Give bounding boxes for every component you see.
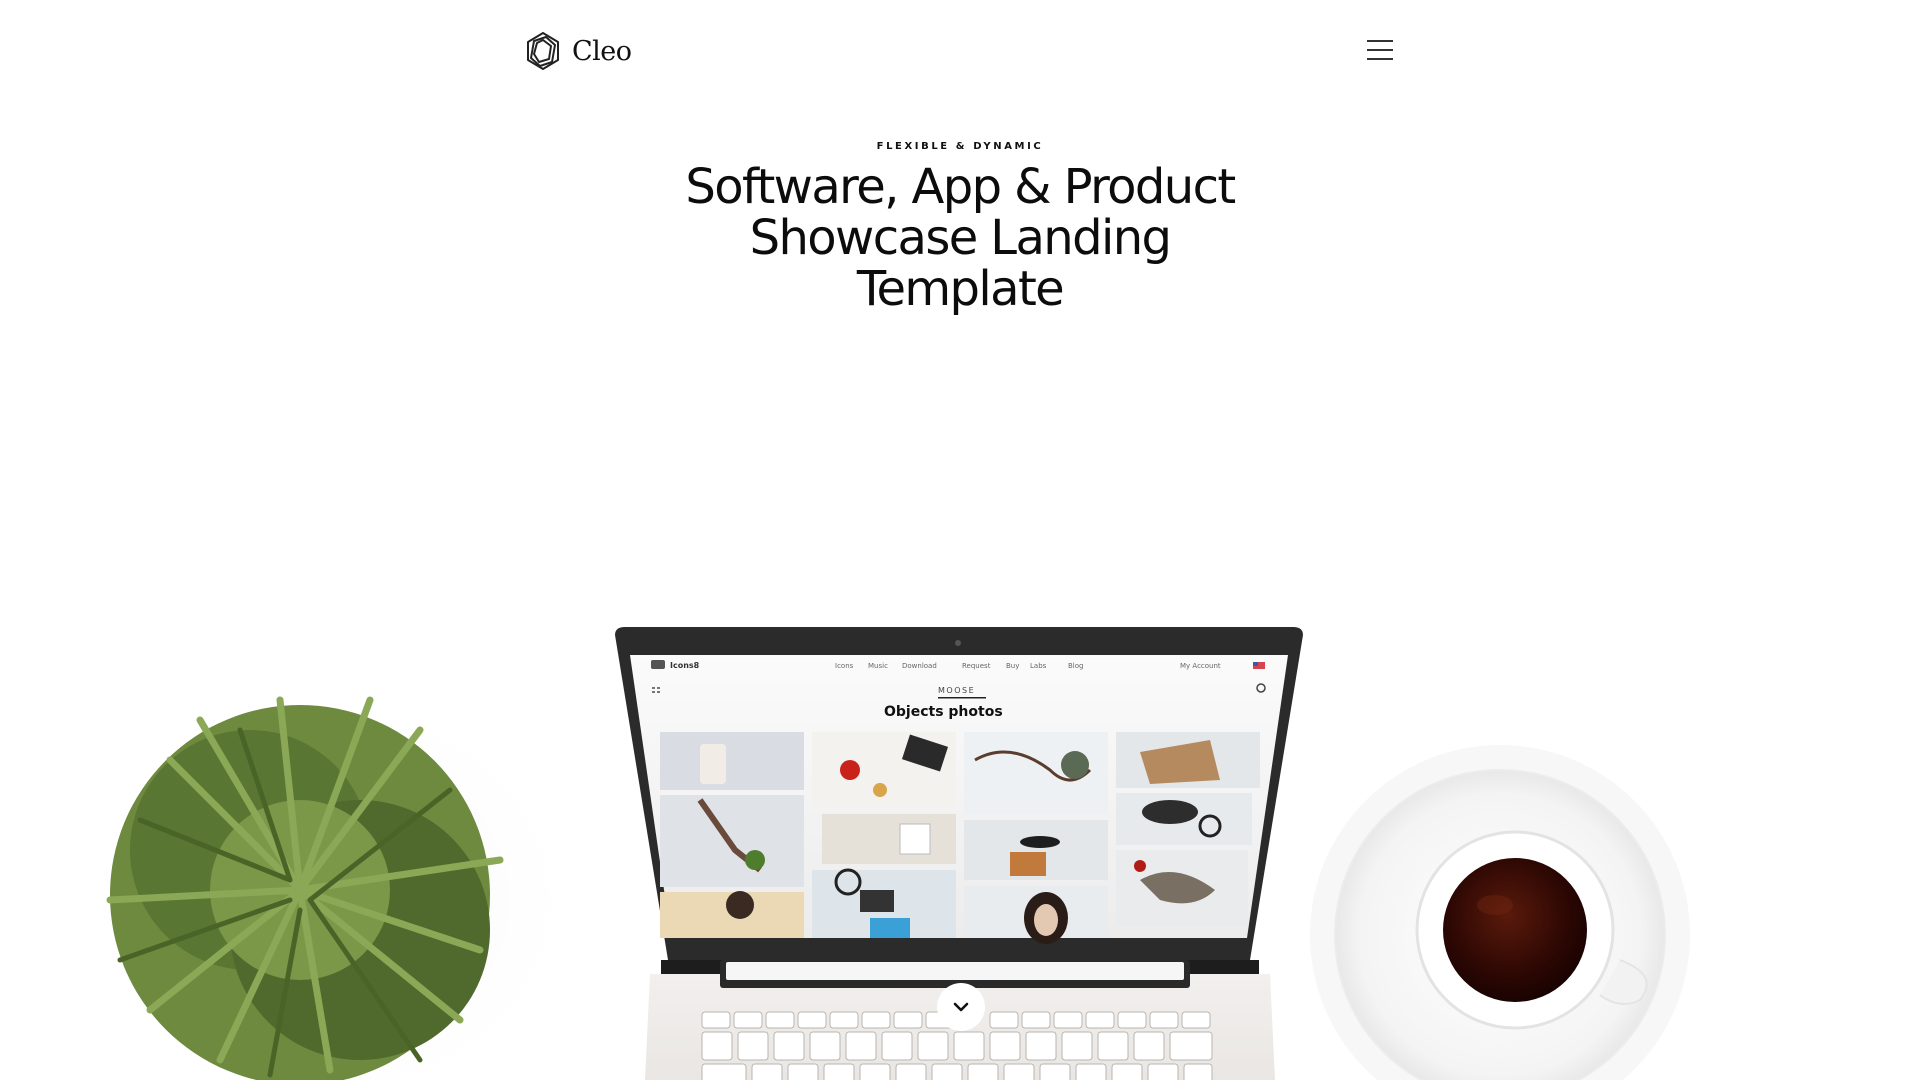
screen-nav-item: Buy	[1006, 662, 1019, 670]
cleo-logo-icon	[527, 32, 559, 70]
brand-logo-link[interactable]: Cleo	[522, 30, 632, 72]
screen-nav-item: Labs	[1030, 662, 1047, 670]
hero-title-line: Software, App & Product	[685, 159, 1236, 215]
hamburger-menu-icon[interactable]	[1367, 38, 1393, 62]
scroll-down-button[interactable]	[937, 983, 985, 1031]
plant-illustration	[70, 680, 590, 1080]
screen-tab: MOOSE	[938, 686, 975, 695]
screen-nav-item: Icons	[835, 662, 854, 670]
screen-nav-item: Blog	[1068, 662, 1083, 670]
hero-title: Software, App & Product Showcase Landing…	[660, 162, 1260, 315]
screen-nav-item: Download	[902, 662, 937, 670]
hero-title-line: Template	[856, 261, 1065, 317]
screen-site-name: Icons8	[670, 661, 700, 670]
screen-heading: Objects photos	[884, 704, 1003, 720]
chevron-down-icon	[953, 1002, 969, 1012]
hero-title-line: Showcase Landing	[749, 210, 1172, 266]
site-header: Cleo	[0, 0, 1920, 100]
screen-nav-item: Request	[962, 662, 991, 670]
hero-eyebrow: FLEXIBLE & DYNAMIC	[876, 141, 1044, 152]
coffee-cup-illustration	[1310, 745, 1690, 1080]
screen-nav-item: Music	[868, 662, 888, 670]
screen-account: My Account	[1180, 662, 1221, 670]
brand-name: Cleo	[572, 35, 632, 67]
landing-page: Cleo FLEXIBLE & DYNAMIC Software, App & …	[0, 0, 1920, 1080]
